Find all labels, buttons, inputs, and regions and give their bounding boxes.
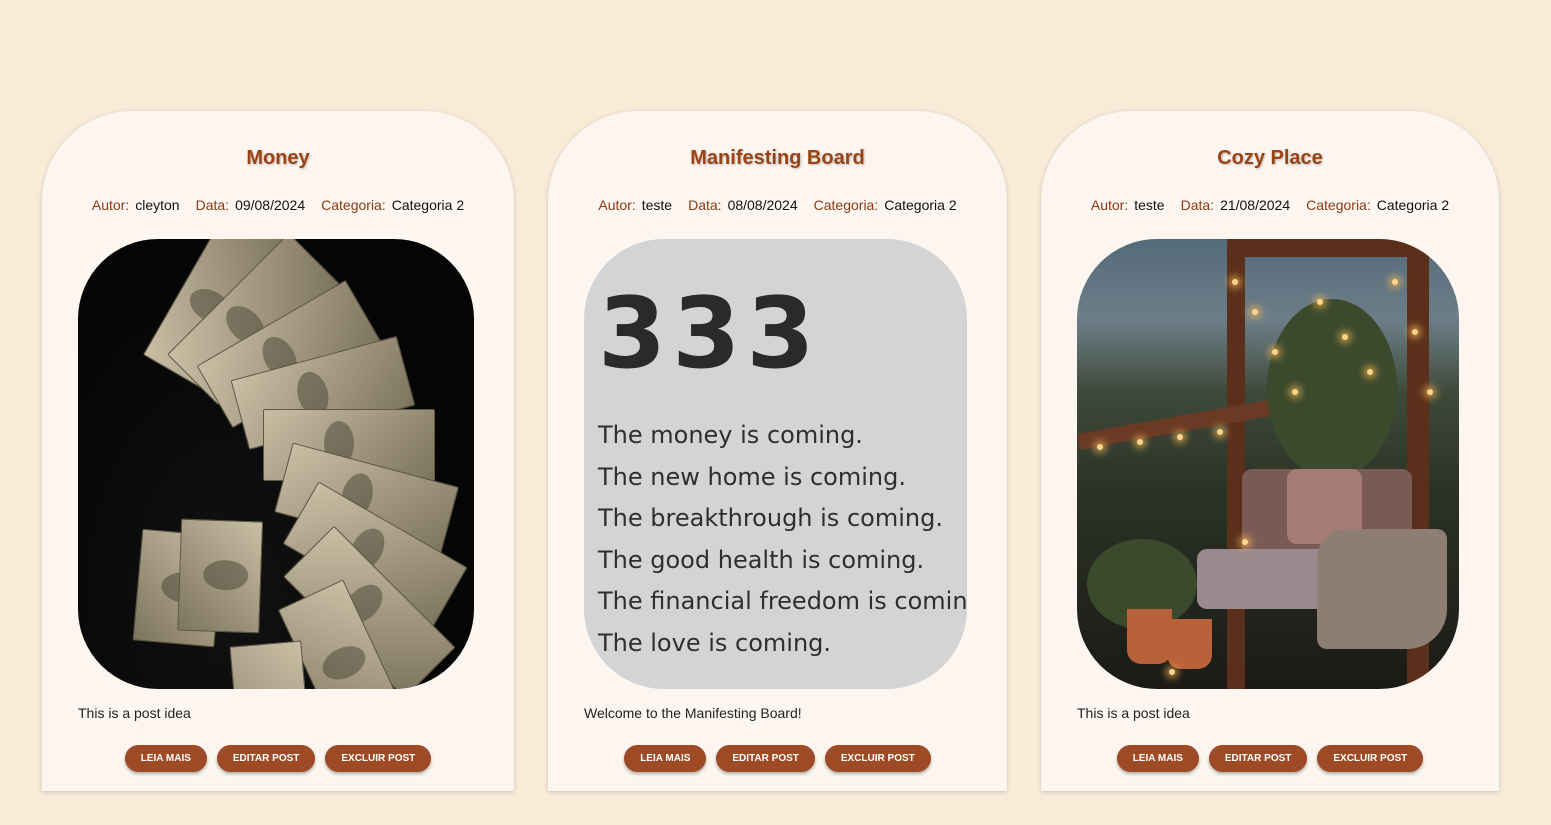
post-meta: Autor: teste Data: 21/08/2024 Categoria: Cate… bbox=[1041, 197, 1499, 213]
author-label: Autor: bbox=[91, 197, 130, 213]
post-description: This is a post idea bbox=[1077, 705, 1190, 721]
post-title: Cozy Place bbox=[1217, 147, 1323, 169]
manifest-line: The financial freedom is coming. bbox=[598, 587, 967, 616]
edit-post-button[interactable]: EDITAR POST bbox=[216, 745, 316, 772]
date-label: Data: bbox=[688, 197, 722, 213]
manifest-line: The good health is coming. bbox=[598, 545, 925, 574]
author-label: Autor: bbox=[598, 197, 636, 213]
manifest-heading: 333 bbox=[598, 277, 821, 391]
post-meta: Autor: teste Data: 08/08/2024 Categoria: Cate… bbox=[548, 197, 1007, 213]
post-actions: LEIA MAIS EDITAR POST EXCLUIR POST bbox=[1041, 745, 1499, 772]
date-value: 09/08/2024 bbox=[235, 197, 306, 213]
author-value: cleyton bbox=[135, 197, 180, 213]
author-value: teste bbox=[641, 197, 673, 213]
post-description: Welcome to the Manifesting Board! bbox=[584, 705, 802, 721]
date-value: 08/08/2024 bbox=[727, 197, 798, 213]
post-description: This is a post idea bbox=[78, 705, 191, 721]
post-title: Money bbox=[246, 147, 310, 169]
edit-post-button[interactable]: EDITAR POST bbox=[716, 745, 815, 772]
post-card-cozy-place: Cozy Place Autor: teste Data: 21/08/2024 Cat… bbox=[1041, 111, 1499, 791]
category-value: Categoria 2 bbox=[884, 197, 957, 213]
post-image-manifesting-board: 333 The money is coming. The new home is… bbox=[584, 239, 967, 689]
delete-post-button[interactable]: EXCLUIR POST bbox=[325, 745, 432, 772]
edit-post-button[interactable]: EDITAR POST bbox=[1208, 745, 1308, 772]
manifest-line: The breakthrough is coming. bbox=[598, 504, 943, 533]
date-value: 21/08/2024 bbox=[1220, 197, 1291, 213]
read-more-button[interactable]: LEIA MAIS bbox=[624, 745, 707, 772]
manifest-line: The love is coming. bbox=[598, 628, 832, 657]
author-value: teste bbox=[1134, 197, 1165, 213]
post-actions: LEIA MAIS EDITAR POST EXCLUIR POST bbox=[42, 745, 514, 772]
date-label: Data: bbox=[1180, 197, 1215, 213]
post-title: Manifesting Board bbox=[690, 147, 865, 169]
delete-post-button[interactable]: EXCLUIR POST bbox=[824, 745, 931, 772]
post-image-money bbox=[78, 239, 474, 689]
manifest-lines: The money is coming. The new home is com… bbox=[598, 415, 967, 665]
post-image-cozy-place bbox=[1077, 239, 1459, 689]
category-value: Categoria 2 bbox=[391, 197, 465, 213]
post-meta: Autor: cleyton Data: 09/08/2024 Categoria: Ca… bbox=[42, 197, 514, 213]
manifest-line: The money is coming. bbox=[598, 421, 863, 449]
category-label: Categoria: bbox=[1306, 197, 1371, 213]
delete-post-button[interactable]: EXCLUIR POST bbox=[1317, 745, 1424, 772]
post-actions: LEIA MAIS EDITAR POST EXCLUIR POST bbox=[548, 745, 1007, 772]
category-value: Categoria 2 bbox=[1376, 197, 1450, 213]
manifest-line: The new home is coming. bbox=[598, 462, 906, 491]
date-label: Data: bbox=[195, 197, 230, 213]
category-label: Categoria: bbox=[321, 197, 386, 213]
post-card-money: Money Autor: cleyton Data: 09/08/2024 Catego… bbox=[42, 111, 514, 791]
author-label: Autor: bbox=[1090, 197, 1129, 213]
read-more-button[interactable]: LEIA MAIS bbox=[124, 745, 207, 772]
category-label: Categoria: bbox=[813, 197, 879, 213]
post-card-manifesting-board: Manifesting Board Autor: teste Data: 08/08/… bbox=[548, 111, 1007, 791]
read-more-button[interactable]: LEIA MAIS bbox=[1116, 745, 1199, 772]
